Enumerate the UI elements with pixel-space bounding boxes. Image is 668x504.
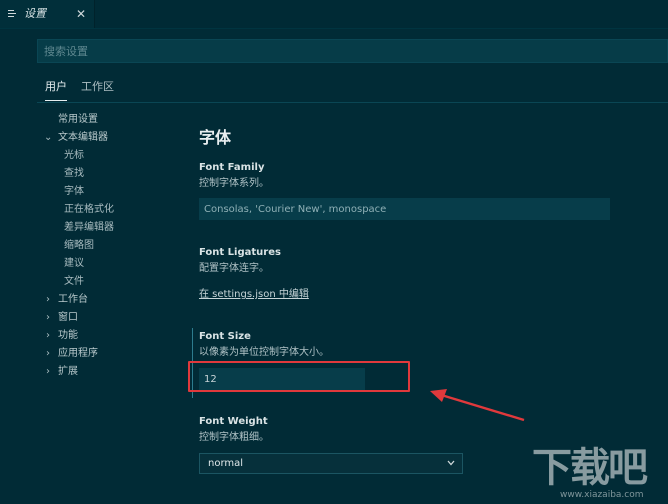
tree-item-diff-editor[interactable]: 差异编辑器 [64,221,114,235]
tree-item-extensions[interactable]: 扩展 [58,365,78,379]
font-weight-select[interactable]: normal [199,453,463,474]
watermark-url: www.xiazaiba.com [560,490,644,500]
font-family-title: Font Family [199,162,265,173]
tree-item-font[interactable]: 字体 [64,185,84,199]
font-ligatures-title: Font Ligatures [199,247,281,258]
tree-item-files[interactable]: 文件 [64,275,84,289]
watermark-logo: 下载吧 [532,445,648,491]
tree-item-features[interactable]: 功能 [58,329,78,343]
font-weight-value: normal [208,458,244,469]
tree-item-workbench[interactable]: 工作台 [58,293,88,307]
tree-item-suggestions[interactable]: 建议 [64,257,84,271]
tab-user[interactable]: 用户 [45,79,67,101]
chevron-right-icon[interactable]: › [46,293,50,307]
font-weight-title: Font Weight [199,416,268,427]
tree-item-application[interactable]: 应用程序 [58,347,98,361]
font-family-desc: 控制字体系列。 [199,178,269,189]
tree-item-common[interactable]: 常用设置 [58,113,98,127]
edit-in-settings-json-link[interactable]: 在 settings.json 中编辑 [199,288,309,302]
tree-item-find[interactable]: 查找 [64,167,84,181]
settings-window: 设置 ✕ 用户 工作区 常用设置 ⌄ 文本编辑器 光标 查找 字体 正在格式化 … [0,0,668,504]
chevron-right-icon[interactable]: › [46,347,50,361]
tab-workspace[interactable]: 工作区 [81,79,114,100]
tab-bar: 设置 ✕ [0,0,668,29]
settings-editor-icon [8,10,16,17]
chevron-right-icon[interactable]: › [46,365,50,379]
close-icon[interactable]: ✕ [76,7,86,21]
search-box [37,39,668,63]
search-input[interactable] [38,40,667,63]
section-title: 字体 [199,128,232,147]
font-size-title: Font Size [199,331,251,342]
chevron-right-icon[interactable]: › [46,311,50,325]
font-ligatures-desc: 配置字体连字。 [199,263,269,274]
tab-title: 设置 [24,7,46,20]
tree-item-window[interactable]: 窗口 [58,311,78,325]
chevron-right-icon[interactable]: › [46,329,50,343]
font-family-input[interactable] [199,198,610,220]
annotation-arrow [430,389,525,422]
tab-settings[interactable]: 设置 ✕ [0,0,95,28]
chevron-down-icon[interactable]: ⌄ [44,131,52,145]
font-weight-desc: 控制字体粗细。 [199,432,269,443]
tree-item-formatting[interactable]: 正在格式化 [64,203,114,217]
tree-item-cursor[interactable]: 光标 [64,149,84,163]
watermark: 下载吧 www.xiazaiba.com [532,446,666,504]
scope-tabs: 用户 工作区 [37,72,668,103]
tree-item-text-editor[interactable]: 文本编辑器 [58,131,108,145]
chevron-down-icon [447,460,455,466]
tree-item-minimap[interactable]: 缩略图 [64,239,94,253]
font-size-desc: 以像素为单位控制字体大小。 [199,347,329,358]
annotation-highlight-box [188,361,410,392]
